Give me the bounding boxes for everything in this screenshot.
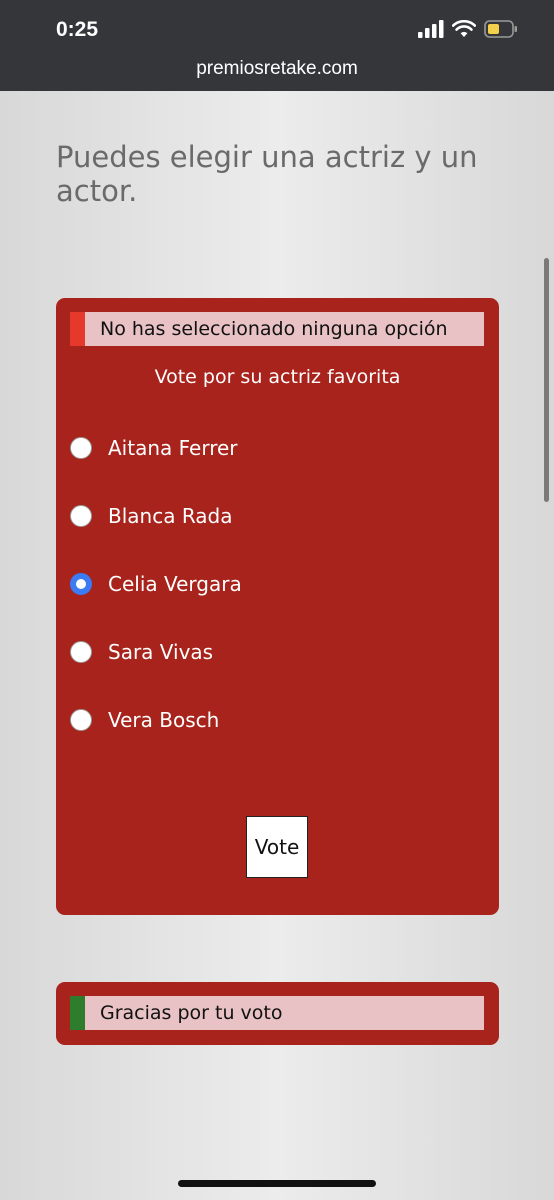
option-label: Sara Vivas xyxy=(108,640,214,664)
browser-top-bar: 0:25 premiosretake.com xyxy=(0,0,554,91)
success-indicator xyxy=(70,996,85,1030)
option-label: Aitana Ferrer xyxy=(108,436,238,460)
option-aitana-ferrer[interactable]: Aitana Ferrer xyxy=(70,430,470,466)
status-icons xyxy=(418,20,518,38)
success-message-text: Gracias por tu voto xyxy=(100,1002,283,1024)
page-scrollbar[interactable] xyxy=(544,258,549,502)
cellular-signal-icon xyxy=(418,20,444,38)
option-label: Celia Vergara xyxy=(108,572,242,596)
vote-button[interactable]: Vote xyxy=(246,816,308,878)
error-message-text: No has seleccionado ninguna opción xyxy=(100,318,448,340)
radio-blanca-rada[interactable] xyxy=(70,505,92,527)
option-celia-vergara[interactable]: Celia Vergara xyxy=(70,566,470,602)
success-message-box: Gracias por tu voto xyxy=(70,996,484,1030)
wifi-icon xyxy=(452,20,476,37)
radio-vera-bosch[interactable] xyxy=(70,709,92,731)
radio-sara-vivas[interactable] xyxy=(70,641,92,663)
option-label: Vera Bosch xyxy=(108,708,220,732)
vote-form-card: No has seleccionado ninguna opción Vote … xyxy=(56,298,499,915)
error-message-box: No has seleccionado ninguna opción xyxy=(70,312,484,346)
vote-question: Vote por su actriz favorita xyxy=(154,366,401,388)
status-time: 0:25 xyxy=(56,18,99,41)
option-sara-vivas[interactable]: Sara Vivas xyxy=(70,634,470,670)
option-vera-bosch[interactable]: Vera Bosch xyxy=(70,702,470,738)
error-indicator xyxy=(70,312,85,346)
option-label: Blanca Rada xyxy=(108,504,233,528)
address-bar-url[interactable]: premiosretake.com xyxy=(0,58,554,80)
option-blanca-rada[interactable]: Blanca Rada xyxy=(70,498,470,534)
battery-icon xyxy=(484,20,517,38)
intro-text: Puedes elegir una actriz y un actor. xyxy=(56,140,478,208)
thanks-card: Gracias por tu voto xyxy=(56,982,499,1045)
radio-aitana-ferrer[interactable] xyxy=(70,437,92,459)
home-indicator[interactable] xyxy=(178,1180,376,1187)
radio-celia-vergara[interactable] xyxy=(70,573,92,595)
